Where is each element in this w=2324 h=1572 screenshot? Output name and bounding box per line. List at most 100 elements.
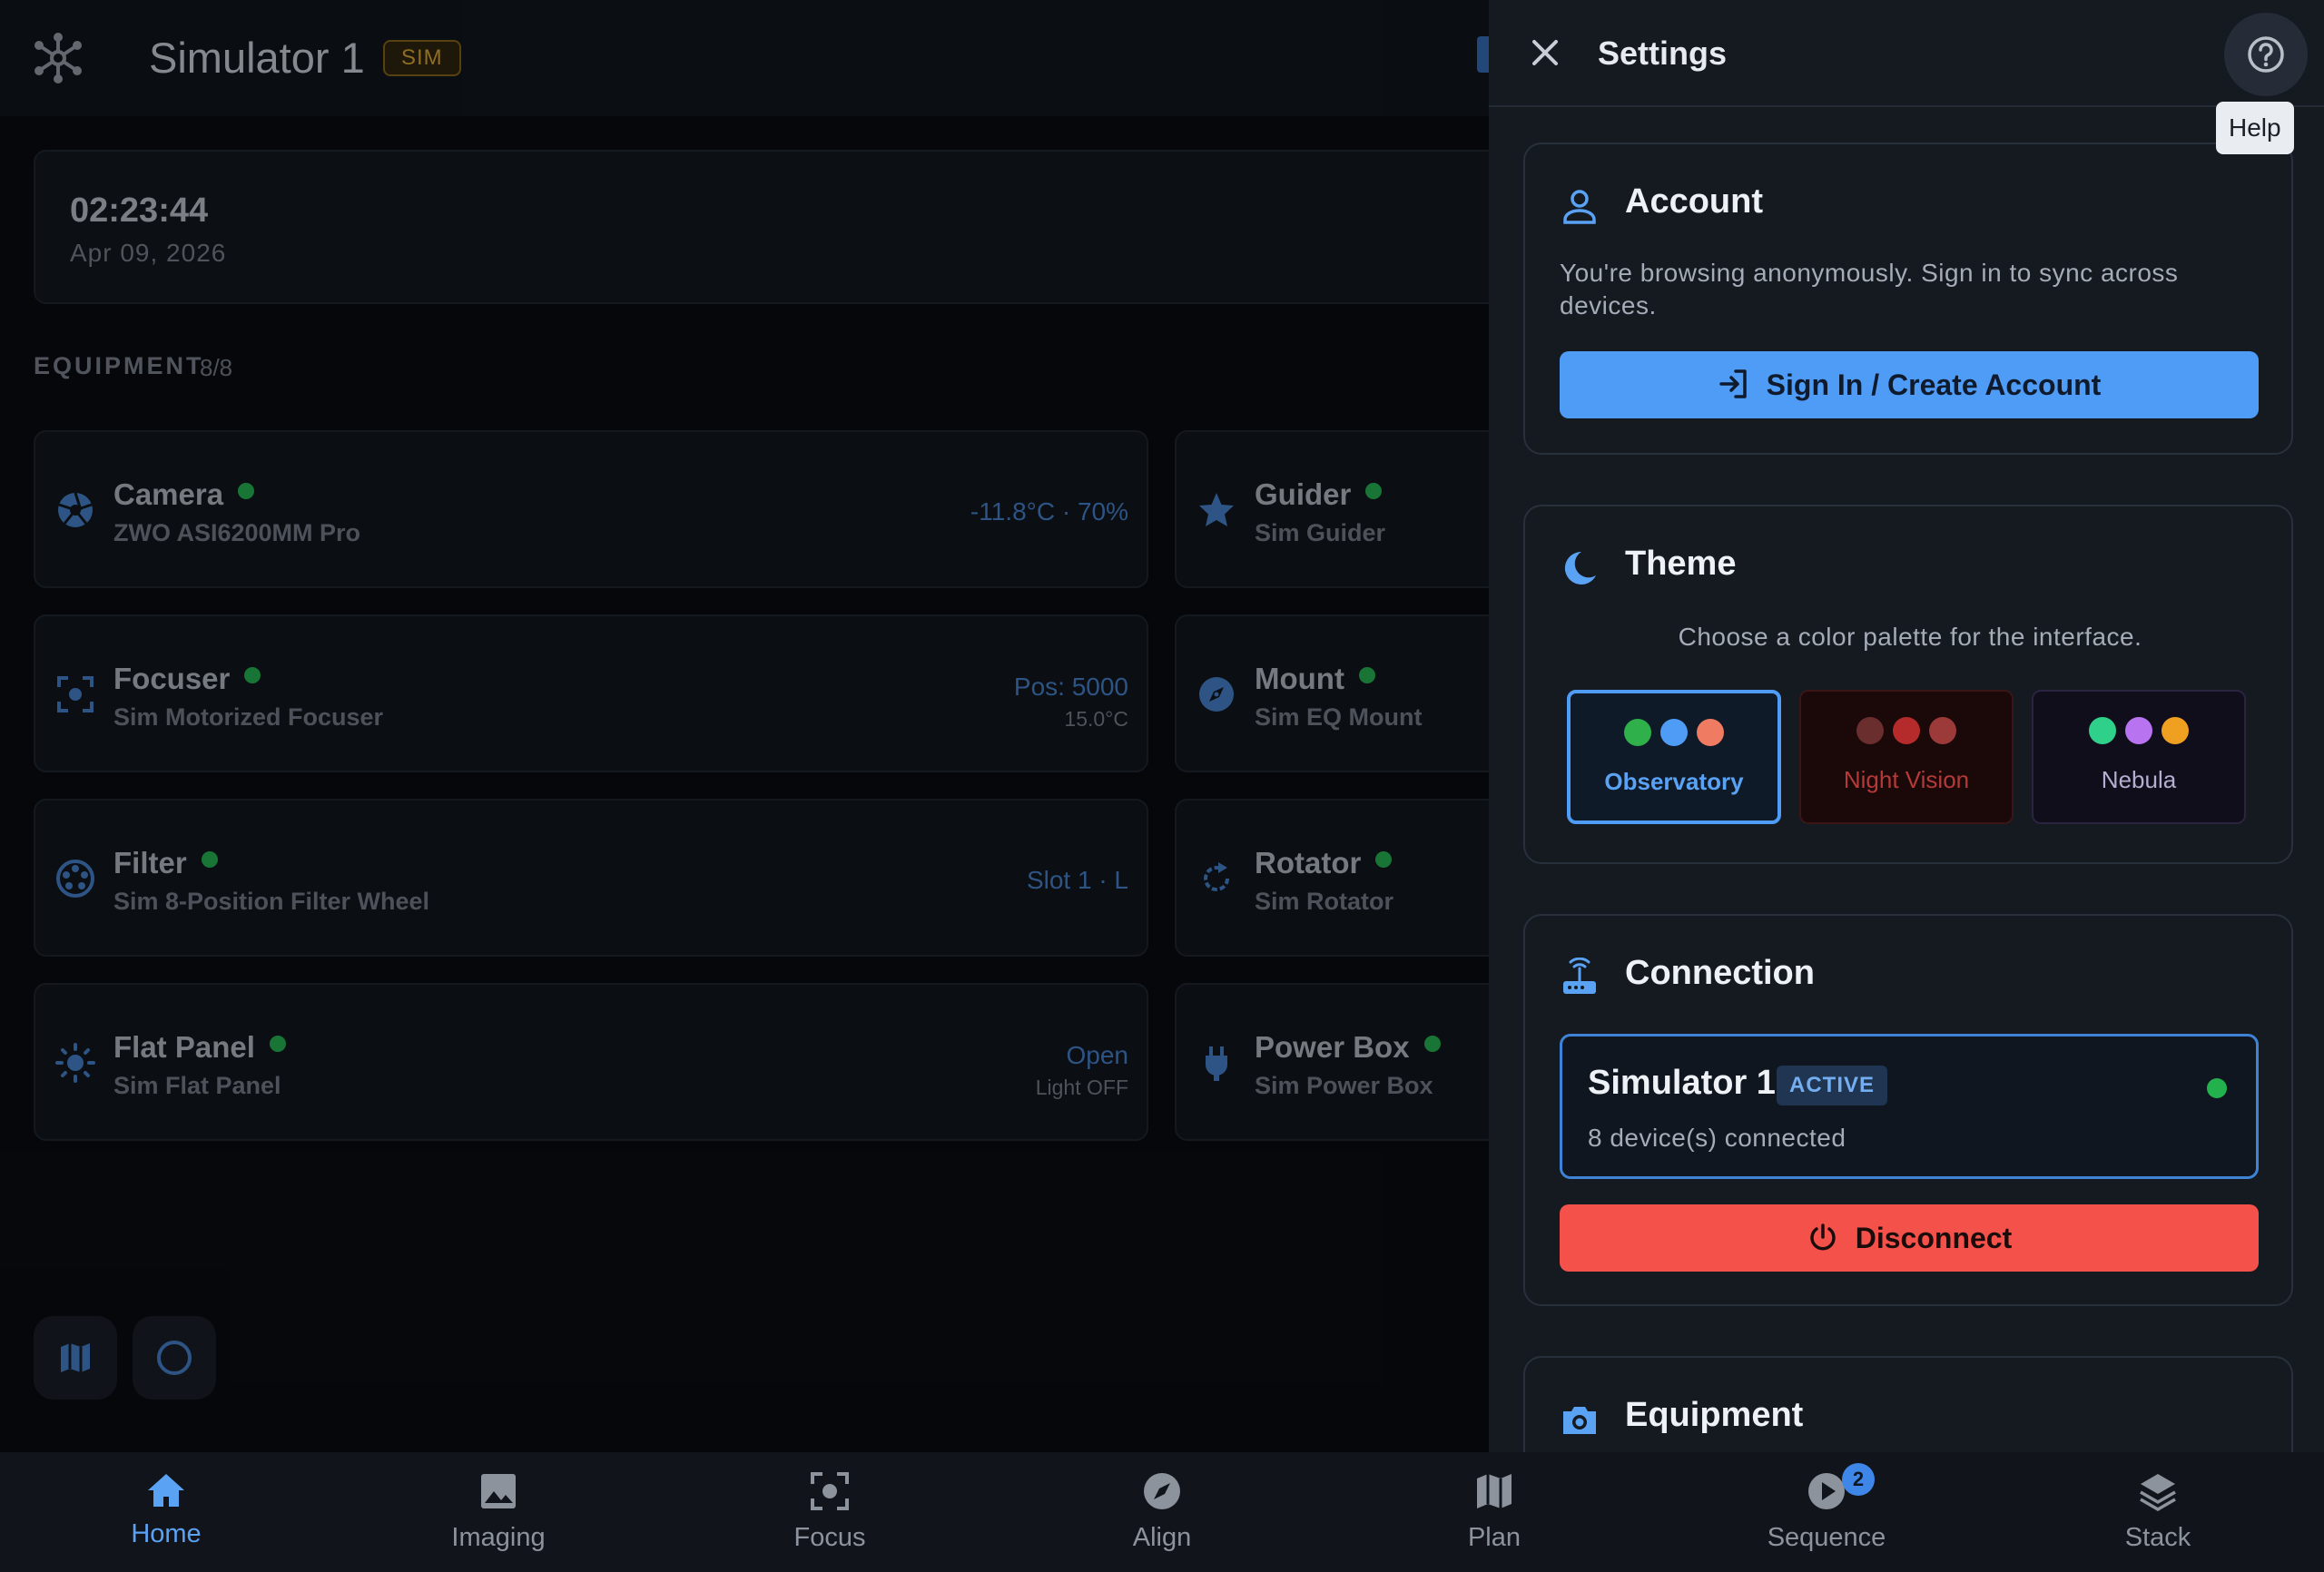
moon-icon: [1564, 551, 1596, 585]
connection-card[interactable]: Simulator 1 ACTIVE 8 device(s) connected: [1560, 1034, 2259, 1179]
nav-item-sequence[interactable]: 2 Sequence: [1660, 1452, 1993, 1572]
nav-label: Imaging: [451, 1523, 546, 1552]
status-dot: [1358, 667, 1375, 683]
theme-option-night-vision[interactable]: Night Vision: [1799, 690, 2014, 824]
status-dot: [1423, 1036, 1441, 1052]
equipment-subvalue: Light OFF: [1035, 1076, 1128, 1099]
equipment-name: Filter: [113, 846, 218, 880]
image-icon: [481, 1474, 516, 1508]
login-icon: [1718, 369, 1747, 398]
equipment-value: Pos: 5000: [1013, 673, 1128, 701]
map-icon: [1477, 1474, 1512, 1508]
equipment-card-filter[interactable]: Filter Sim 8-Position Filter Wheel Slot …: [34, 799, 1148, 957]
equipment-card-flat-panel[interactable]: Flat Panel Sim Flat Panel Open Light OFF: [34, 983, 1148, 1141]
drawer-header: Settings: [1489, 0, 2324, 107]
equipment-model: Sim 8-Position Filter Wheel: [113, 888, 430, 915]
equipment-card-guider[interactable]: Guider Sim Guider: [1175, 430, 1538, 588]
clock-time: 02:23:44: [70, 192, 209, 230]
settings-drawer: Settings Account You're browsing anonymo…: [1489, 0, 2324, 1452]
equipment-subvalue: 15.0°C: [1064, 707, 1128, 731]
connection-name: Simulator 1: [1588, 1064, 1776, 1102]
camera-icon: [1563, 1407, 1596, 1434]
status-dot: [1375, 851, 1393, 868]
equipment-model: Sim Rotator: [1255, 888, 1394, 915]
equipment-value: -11.8°C · 70%: [970, 497, 1128, 526]
app-root: Simulator 1 SIM 02:23:44 Apr 09, 2026 EQ…: [0, 0, 2324, 1572]
sign-in-button[interactable]: Sign In / Create Account: [1560, 351, 2259, 418]
theme-option-label: Observatory: [1604, 768, 1744, 795]
nav-item-imaging[interactable]: Imaging: [332, 1452, 665, 1572]
equipment-heading: EQUIPMENT: [34, 352, 204, 379]
connection-devices: 8 device(s) connected: [1588, 1124, 1846, 1152]
nav-item-home[interactable]: Home: [0, 1452, 332, 1572]
circle-icon: [157, 1341, 192, 1375]
equipment-model: Sim EQ Mount: [1255, 703, 1423, 731]
status-dot: [244, 667, 261, 683]
equipment-name: Flat Panel: [113, 1030, 286, 1065]
account-section: Account You're browsing anonymously. Sig…: [1523, 142, 2293, 455]
clock-card: 02:23:44 Apr 09, 2026: [34, 150, 1541, 304]
equipment-card-mount[interactable]: Mount Sim EQ Mount: [1175, 614, 1538, 772]
account-description: You're browsing anonymously. Sign in to …: [1560, 259, 2179, 319]
section-title: Theme: [1625, 545, 1737, 583]
equipment-model: Sim Power Box: [1255, 1072, 1433, 1099]
status-dot: [269, 1036, 286, 1052]
equipment-card-camera[interactable]: Camera ZWO ASI6200MM Pro -11.8°C · 70%: [34, 430, 1148, 588]
sim-badge: SIM: [383, 40, 461, 76]
color-dots: [1801, 717, 2012, 749]
color-dots: [2034, 717, 2244, 749]
aperture-icon: [58, 492, 93, 527]
plug-icon: [1206, 1046, 1227, 1081]
section-title: Account: [1625, 182, 1763, 221]
router-icon: [1563, 958, 1596, 994]
nav-item-stack[interactable]: Stack: [1992, 1452, 2324, 1572]
map-icon: [61, 1343, 90, 1372]
equipment-card-focuser[interactable]: Focuser Sim Motorized Focuser Pos: 5000 …: [34, 614, 1148, 772]
equipment-card-rotator[interactable]: Rotator Sim Rotator: [1175, 799, 1538, 957]
help-icon: [2248, 36, 2284, 73]
notification-badge: 2: [1842, 1463, 1875, 1496]
help-button[interactable]: [2224, 13, 2308, 96]
equipment-name: Camera: [113, 477, 255, 512]
page-title: Simulator 1: [149, 34, 365, 82]
theme-option-label: Nebula: [2101, 766, 2177, 793]
equipment-card-power-box[interactable]: Power Box Sim Power Box: [1175, 983, 1538, 1141]
equipment-settings-section: Equipment: [1523, 1356, 2293, 1452]
equipment-model: Sim Motorized Focuser: [113, 703, 384, 731]
nav-item-plan[interactable]: Plan: [1328, 1452, 1660, 1572]
equipment-name: Power Box: [1255, 1030, 1441, 1065]
equipment-name: Focuser: [113, 662, 261, 696]
map-fab-button[interactable]: [34, 1316, 117, 1400]
theme-description: Choose a color palette for the interface…: [1678, 623, 2142, 651]
theme-option-nebula[interactable]: Nebula: [2032, 690, 2246, 824]
compass-icon: [1199, 677, 1234, 712]
clock-date: Apr 09, 2026: [70, 239, 227, 267]
nav-label: Plan: [1467, 1523, 1521, 1552]
focus-icon: [811, 1472, 849, 1510]
compass-icon: [1144, 1473, 1180, 1509]
rotate-icon: [1204, 862, 1229, 891]
nav-item-align[interactable]: Align: [996, 1452, 1328, 1572]
status-badge: ACTIVE: [1777, 1066, 1888, 1105]
header-action-edge[interactable]: [1477, 36, 1490, 73]
home-icon: [148, 1474, 184, 1507]
power-icon: [1810, 1223, 1836, 1251]
section-title: Connection: [1625, 954, 1815, 992]
disconnect-button[interactable]: Disconnect: [1560, 1204, 2259, 1272]
equipment-name: Mount: [1255, 662, 1375, 696]
theme-option-label: Night Vision: [1843, 766, 1970, 793]
layers-icon: [2140, 1474, 2176, 1512]
nav-label: Align: [1132, 1523, 1192, 1552]
status-dot: [1365, 483, 1383, 499]
nav-item-focus[interactable]: Focus: [664, 1452, 996, 1572]
close-icon[interactable]: [1525, 33, 1565, 73]
network-logo-icon[interactable]: [31, 31, 85, 85]
connection-section: Connection Simulator 1 ACTIVE 8 device(s…: [1523, 914, 2293, 1306]
circle-fab-button[interactable]: [133, 1316, 216, 1400]
sun-icon: [55, 1043, 95, 1083]
theme-option-observatory[interactable]: Observatory: [1567, 690, 1781, 824]
bottom-navigation: Home Imaging Focus Align Plan 2 Sequence…: [0, 1452, 2324, 1572]
nav-label: Home: [131, 1519, 202, 1548]
help-tooltip: Help: [2216, 102, 2294, 154]
star-icon: [1199, 493, 1234, 526]
